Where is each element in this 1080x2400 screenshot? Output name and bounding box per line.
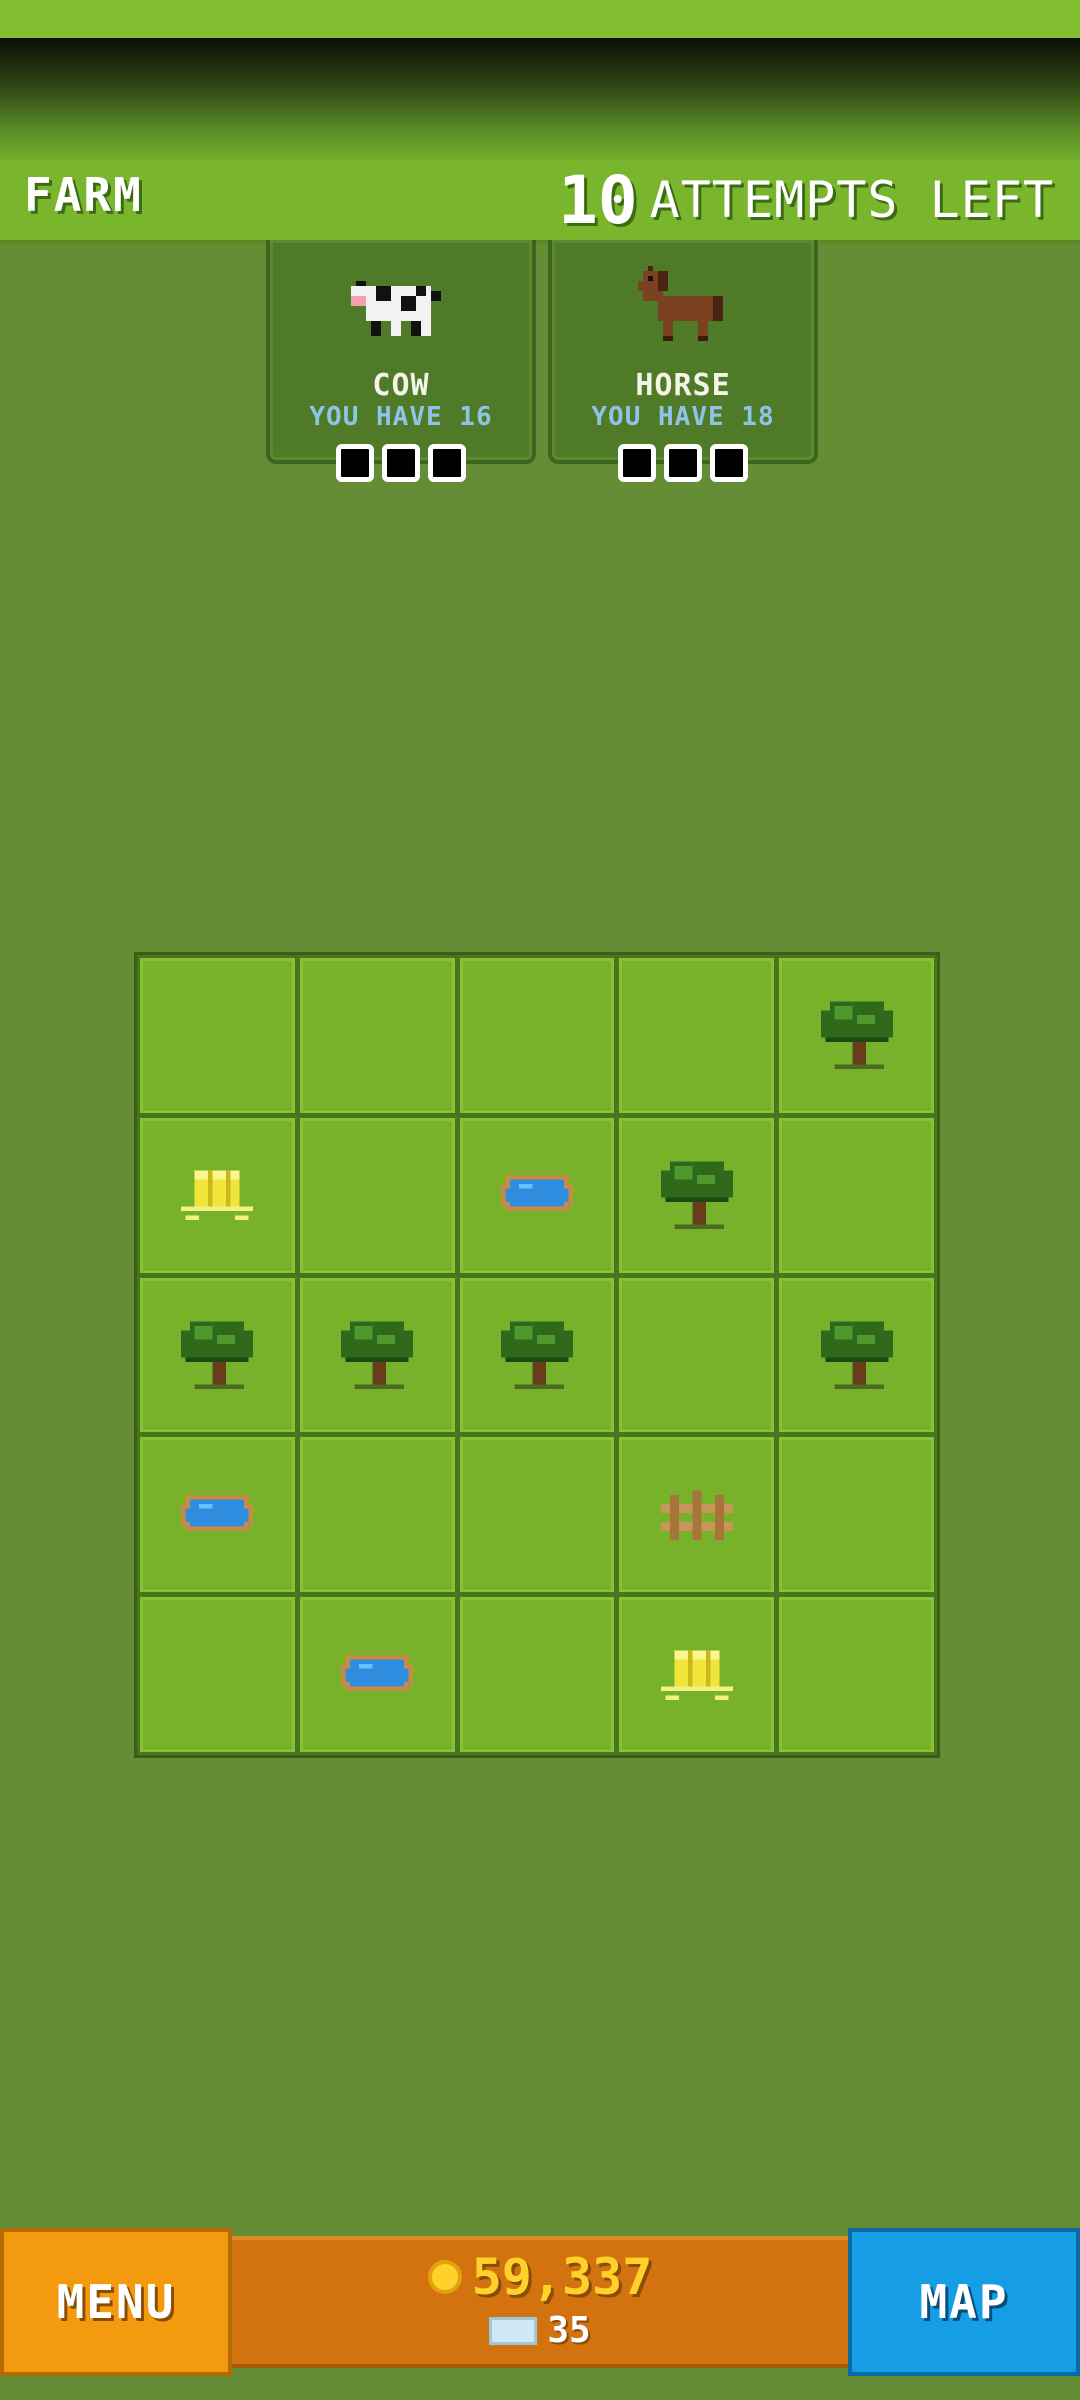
slot-empty (336, 444, 374, 482)
coin-icon (427, 2260, 462, 2294)
board-tile[interactable] (140, 958, 295, 1113)
tree-icon (812, 1308, 902, 1402)
tree-icon (652, 1148, 742, 1242)
status-bar (0, 0, 1080, 38)
animal-card-horse[interactable]: HORSE YOU HAVE 18 (548, 240, 818, 482)
tree-icon (172, 1308, 262, 1402)
animal-name: HORSE (635, 368, 731, 403)
board-tile[interactable] (140, 1277, 295, 1433)
board-tile[interactable] (459, 1597, 615, 1752)
horse-icon (638, 266, 723, 341)
board-tile[interactable] (140, 1117, 295, 1273)
pond-icon (332, 1628, 422, 1722)
game-board (134, 952, 940, 1758)
level-header: FARM 10 ATTEMPTS LEFT (0, 160, 1080, 244)
fence-icon (652, 1468, 742, 1562)
menu-button[interactable]: MENU (0, 2228, 232, 2376)
board-tile[interactable] (619, 1437, 775, 1593)
board-tile[interactable] (459, 1277, 615, 1433)
tree-icon (812, 988, 902, 1082)
board-tile[interactable] (619, 1277, 775, 1433)
collection-slots (552, 444, 814, 482)
board-tile[interactable] (779, 958, 934, 1113)
board-tile[interactable] (299, 958, 455, 1113)
board-tile[interactable] (459, 1117, 615, 1273)
animal-count: YOU HAVE 18 (591, 402, 775, 432)
attempts-counter: 10 ATTEMPTS LEFT (558, 160, 1054, 240)
slot-empty (710, 444, 748, 482)
ticket-amount: 35 (547, 2310, 591, 2351)
wallet: 59,337 35 (232, 2236, 848, 2368)
ticket-balance: 35 (232, 2310, 848, 2351)
tree-icon (332, 1308, 422, 1402)
animal-card-cow[interactable]: COW YOU HAVE 16 (266, 240, 536, 482)
level-title: FARM (24, 168, 143, 222)
board-tile[interactable] (299, 1437, 455, 1593)
board-tile[interactable] (140, 1597, 295, 1752)
coin-balance: 59,337 (232, 2248, 848, 2306)
board-tile[interactable] (779, 1597, 934, 1752)
header-shadow (0, 38, 1080, 168)
board-tile[interactable] (619, 1117, 775, 1273)
animal-name: COW (372, 368, 430, 403)
slot-empty (382, 444, 420, 482)
board-tile[interactable] (779, 1437, 934, 1593)
attempts-label: ATTEMPTS LEFT (649, 171, 1054, 229)
ticket-icon (489, 2316, 538, 2345)
coin-amount: 59,337 (471, 2248, 653, 2306)
animal-count: YOU HAVE 16 (309, 402, 493, 432)
pond-icon (172, 1468, 262, 1562)
bottom-bar: MENU 59,337 35 MAP (0, 2228, 1080, 2376)
board-tile[interactable] (619, 958, 775, 1113)
slot-empty (428, 444, 466, 482)
board-tile[interactable] (459, 1437, 615, 1593)
board-tile[interactable] (299, 1597, 455, 1752)
hay-icon (172, 1148, 262, 1242)
collection-slots (270, 444, 532, 482)
map-button[interactable]: MAP (848, 2228, 1080, 2376)
cow-icon (351, 281, 441, 336)
slot-empty (664, 444, 702, 482)
hay-icon (652, 1628, 742, 1722)
pond-icon (492, 1148, 582, 1242)
board-tile[interactable] (779, 1117, 934, 1273)
tree-icon (492, 1308, 582, 1402)
board-tile[interactable] (299, 1277, 455, 1433)
slot-empty (618, 444, 656, 482)
attempts-number: 10 (558, 161, 638, 239)
board-tile[interactable] (140, 1437, 295, 1593)
board-tile[interactable] (619, 1597, 775, 1752)
board-tile[interactable] (299, 1117, 455, 1273)
board-tile[interactable] (779, 1277, 934, 1433)
board-tile[interactable] (459, 958, 615, 1113)
